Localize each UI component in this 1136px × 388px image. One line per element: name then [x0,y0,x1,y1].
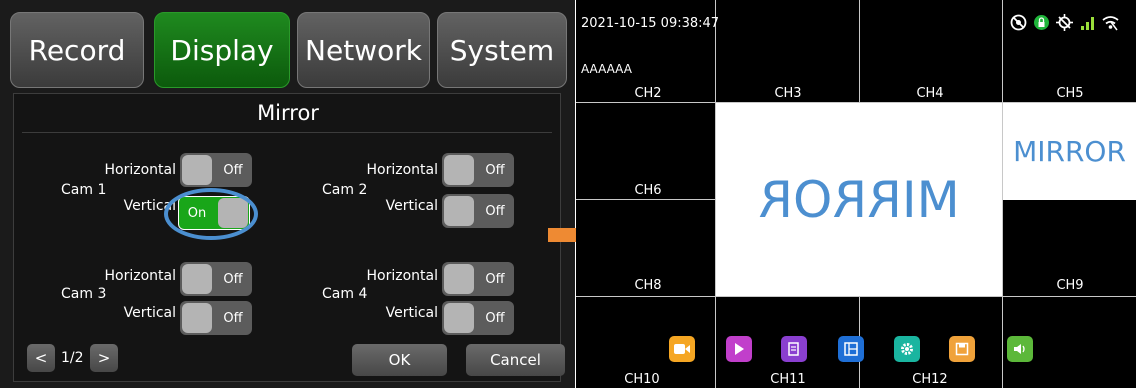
cam4-vertical-label: Vertical [385,305,438,321]
channel-label: CH8 [634,278,662,293]
ok-button[interactable]: OK [352,344,447,376]
channel-label: CH10 [624,372,660,387]
toggle-state: Off [485,310,505,326]
cam2-vertical-label: Vertical [385,198,438,214]
tab-display-label: Display [170,33,274,67]
dialog-title: Mirror [257,101,319,125]
save-icon [955,342,969,356]
tab-system[interactable]: System [437,12,567,88]
settings-button[interactable] [894,336,920,362]
gear-icon [901,343,913,355]
cam4-horizontal-toggle[interactable]: Off [442,262,514,296]
toggle-state: Off [485,203,505,219]
toggle-state: Off [223,310,243,326]
channel-label: CH3 [774,86,802,101]
channel-label: CH5 [1056,86,1084,101]
tab-record-label: Record [28,33,126,67]
toggle-knob [182,155,212,185]
cam4-vertical-toggle[interactable]: Off [442,301,514,335]
cam1-label: Cam 1 [61,182,107,198]
channel-label: CH4 [916,86,944,101]
settings-panel: Record Display Network System Mirror Cam… [0,0,575,388]
channel-label: CH6 [634,183,662,198]
mirrored-camera-view: MIRROR [716,103,1002,296]
volume-icon [1014,344,1025,354]
channel-label: CH2 [634,86,662,101]
cam3-label: Cam 3 [61,286,107,302]
playback-button[interactable] [726,336,752,362]
channel-label: CH9 [1056,278,1084,293]
camera-text: MIRROR [1013,135,1126,168]
cam1-horizontal-label: Horizontal [104,162,176,178]
cancel-button[interactable]: Cancel [466,344,565,376]
tab-record[interactable]: Record [10,12,144,88]
play-icon [735,343,744,355]
cam2-horizontal-toggle[interactable]: Off [442,153,514,187]
tab-system-label: System [449,33,555,67]
toggle-knob [444,303,474,333]
cam1-horizontal-toggle[interactable]: Off [180,153,252,187]
cam3-horizontal-toggle[interactable]: Off [180,262,252,296]
channel-label: CH12 [912,372,948,387]
toggle-knob [182,264,212,294]
save-button[interactable] [949,336,975,362]
timestamp: 2021-10-15 09:38:47 [581,16,720,31]
toggle-knob [444,155,474,185]
tab-network[interactable]: Network [297,12,430,88]
grid-line [576,199,716,200]
wifi-icon [1102,16,1119,31]
channel-label: CH11 [770,372,806,387]
toggle-state: Off [223,271,243,287]
toggle-state: Off [223,162,243,178]
cam4-label: Cam 4 [322,286,368,302]
no-gps-icon [1056,14,1073,31]
no-record-icon [1010,14,1027,31]
prev-page-button[interactable]: < [27,344,55,372]
layout-button[interactable] [838,336,864,362]
next-page-button[interactable]: > [90,344,118,372]
grid-line [859,0,860,103]
toggle-state: Off [485,271,505,287]
camera-icon [674,344,690,354]
layout-icon [844,342,858,356]
tab-network-label: Network [305,33,422,67]
mirror-dialog: Mirror [13,93,561,382]
edit-icon [788,342,799,356]
page-indicator: 1/2 [61,350,84,366]
cam2-label: Cam 2 [322,182,368,198]
grid-line [576,296,1136,297]
cam3-vertical-label: Vertical [123,305,176,321]
cam3-horizontal-label: Horizontal [104,268,176,284]
toggle-state: Off [485,162,505,178]
toggle-knob [182,303,212,333]
cam2-vertical-toggle[interactable]: Off [442,194,514,228]
camera-view: MIRROR [1003,103,1136,200]
edit-button[interactable] [781,336,807,362]
signal-bars-icon [1081,17,1094,30]
toggle-knob [444,264,474,294]
toggle-knob [444,196,474,226]
tab-display[interactable]: Display [154,12,290,88]
volume-button[interactable] [1007,336,1033,362]
cam2-horizontal-label: Horizontal [366,162,438,178]
cam3-vertical-toggle[interactable]: Off [180,301,252,335]
highlight-ring [164,188,258,240]
mirrored-text: MIRROR [758,170,960,229]
cam4-horizontal-label: Horizontal [366,268,438,284]
lock-icon [1034,15,1049,30]
device-name: AAAAAA [581,62,632,76]
camera-button[interactable] [669,336,695,362]
divider [22,132,552,133]
